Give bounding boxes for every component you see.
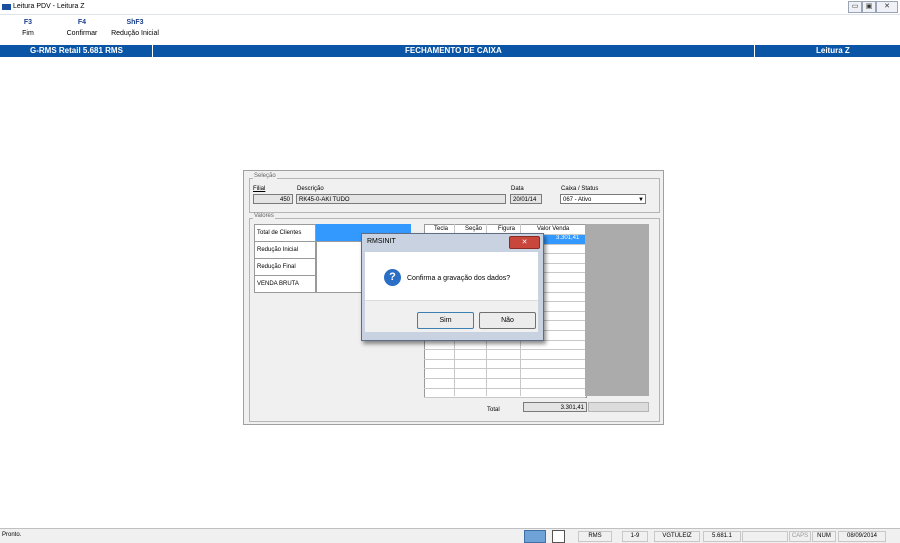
data-label: Data <box>511 186 524 192</box>
title-bar: Leitura PDV - Leitura Z ▭ ▣ ✕ <box>0 0 900 15</box>
fkey-label: Fim <box>22 30 34 37</box>
fkey-key: ShF3 <box>126 19 144 26</box>
fkey-key: F4 <box>77 19 87 26</box>
close-button[interactable]: ✕ <box>876 1 898 13</box>
caixa-status-value: 067 - Ativo <box>563 197 592 203</box>
status-caps: CAPS <box>789 531 811 542</box>
fkey-reducao-inicial[interactable]: ShF3 Redução Inicial <box>104 19 166 37</box>
venda-grid-empty-area <box>585 224 649 396</box>
grid-header-valor-venda: Valor Venda <box>537 226 570 232</box>
filial-label: Filial <box>253 186 266 192</box>
status-num: NUM <box>812 531 836 542</box>
no-button[interactable]: Não <box>479 312 536 329</box>
yes-button[interactable]: Sim <box>417 312 474 329</box>
dialog-message: Confirma a gravação dos dados? <box>407 275 511 282</box>
grid-row-line <box>424 368 585 370</box>
document-icon <box>552 530 565 543</box>
descricao-label: Descrição <box>297 186 324 192</box>
valores-legend: Valores <box>253 213 275 219</box>
descricao-field[interactable]: RK45-0-AKI TUDO <box>296 194 506 204</box>
status-text: Pronto. <box>2 532 22 538</box>
grid-header-tecla: Tecla <box>434 226 449 232</box>
header-separator <box>152 45 153 57</box>
status-field-version: 5.681.1 <box>703 531 741 542</box>
grid-row-line <box>424 397 585 399</box>
dialog-title: RMSINIT <box>367 238 396 245</box>
valores-row-total-clientes[interactable]: Total de Clientes <box>254 224 316 242</box>
grid-row-line <box>424 378 585 379</box>
fkey-confirmar[interactable]: F4 Confirmar <box>62 19 102 37</box>
total-label: Total <box>487 407 500 413</box>
window-title: Leitura PDV - Leitura Z <box>13 3 85 10</box>
header-separator <box>754 45 755 57</box>
caixa-status-label: Caixa / Status <box>561 186 599 192</box>
grid-row-line <box>424 349 585 351</box>
network-icon <box>524 530 546 543</box>
dialog-close-button[interactable]: ✕ <box>509 236 540 249</box>
status-field-system: RMS <box>578 531 612 542</box>
app-icon <box>2 4 11 10</box>
valores-row-venda-bruta[interactable]: VENDA BRUTA <box>254 275 316 293</box>
header-mode: Leitura Z <box>816 46 850 55</box>
status-bar: Pronto. RMS 1-9 VGTULEIZ 5.681.1 CAPS NU… <box>0 528 900 543</box>
grid-header-figura: Figura <box>498 226 516 232</box>
data-field[interactable]: 20/01/14 <box>510 194 542 204</box>
valores-row-reducao-final[interactable]: Redução Final <box>254 258 316 276</box>
status-field-program: VGTULEIZ <box>654 531 700 542</box>
chevron-down-icon[interactable]: ▼ <box>638 195 644 205</box>
status-field-range: 1-9 <box>622 531 648 542</box>
maximize-button[interactable]: ▣ <box>862 1 876 13</box>
selecao-legend: Seleção <box>253 173 277 179</box>
fkey-label: Confirmar <box>66 30 98 37</box>
status-date: 08/09/2014 <box>838 531 886 542</box>
grid-header-secao: Seção <box>465 226 483 232</box>
grid-row-value: 3.301,41 <box>556 235 580 241</box>
total-empty-field <box>588 402 649 412</box>
filial-field[interactable]: 450 <box>253 194 293 204</box>
header-app-version: G-RMS Retail 5.681 RMS <box>30 46 123 55</box>
grid-row-line <box>424 387 585 389</box>
total-field[interactable]: 3.301,41 <box>523 402 587 412</box>
grid-row-line <box>424 358 585 360</box>
fkey-fim[interactable]: F3 Fim <box>16 19 40 37</box>
status-field-empty <box>742 531 788 542</box>
question-icon: ? <box>384 269 401 286</box>
valores-row-reducao-inicial[interactable]: Redução Inicial <box>254 241 316 259</box>
fkey-label: Redução Inicial <box>111 30 159 37</box>
minimize-button[interactable]: ▭ <box>848 1 862 13</box>
header-bar: G-RMS Retail 5.681 RMS FECHAMENTO DE CAI… <box>0 45 900 57</box>
caixa-status-select[interactable]: 067 - Ativo ▼ <box>560 194 646 204</box>
header-screen-title: FECHAMENTO DE CAIXA <box>405 46 502 55</box>
confirm-dialog: RMSINIT ✕ ? Confirma a gravação dos dado… <box>361 233 544 341</box>
fkey-key: F3 <box>23 19 33 26</box>
